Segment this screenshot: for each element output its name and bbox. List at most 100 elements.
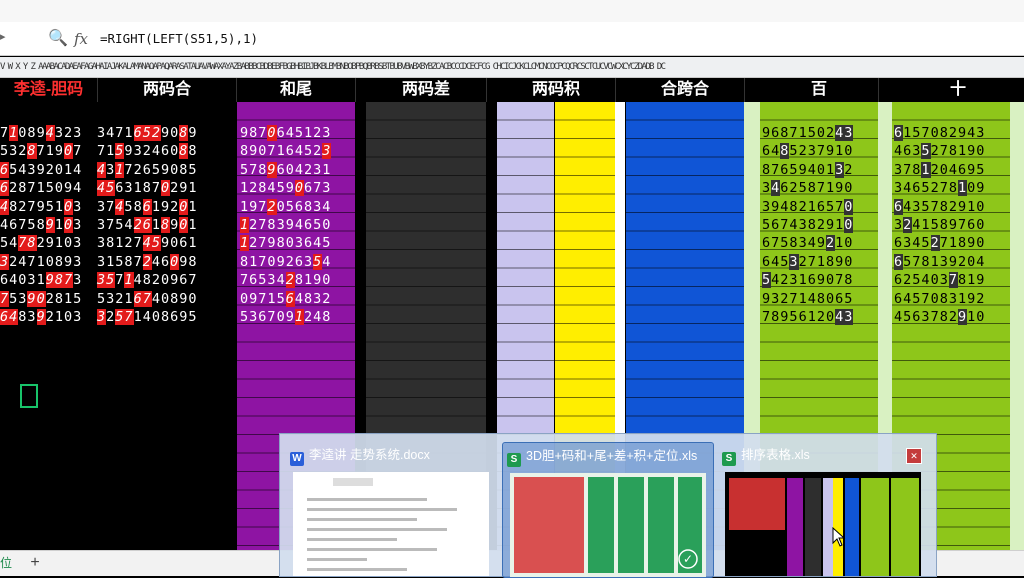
col3-digit: 2 bbox=[322, 290, 332, 307]
hundreds-digit: 3 bbox=[789, 272, 799, 289]
3d-xls-thumbnail-grid bbox=[510, 473, 706, 577]
sheet-tab[interactable]: 位 bbox=[0, 553, 22, 573]
tens-digit: 1 bbox=[948, 235, 958, 252]
col3-row: 8907164523 bbox=[240, 142, 332, 161]
formula-input[interactable]: =RIGHT(LEFT(S51,5),1) bbox=[100, 28, 1020, 50]
col1-digit: 6 bbox=[0, 180, 10, 197]
zoom-icon[interactable]: 🔍 bbox=[48, 29, 68, 49]
hundreds-digit: 5 bbox=[844, 290, 854, 307]
hundreds-digit: 0 bbox=[816, 161, 826, 178]
preview-card-3d-xls[interactable]: S 3D胆+码和+尾+差+积+定位.xls ✓ bbox=[502, 442, 714, 578]
col2-digit: 8 bbox=[124, 253, 134, 270]
col2-digit: 5 bbox=[151, 235, 161, 252]
hundreds-digit: 4 bbox=[835, 309, 845, 325]
hundreds-digit: 8 bbox=[789, 235, 799, 252]
col3-digit: 2 bbox=[303, 309, 314, 325]
col1-digit: 6 bbox=[9, 217, 19, 233]
col1-digit: 1 bbox=[54, 217, 64, 233]
hundreds-digit: 5 bbox=[789, 143, 799, 160]
tens-digit: 9 bbox=[967, 235, 977, 252]
tens-digit: 0 bbox=[930, 290, 940, 307]
col2-digit: 9 bbox=[160, 125, 171, 141]
col2-digit: 9 bbox=[160, 235, 171, 252]
col2-row: 45631870291 bbox=[97, 179, 198, 198]
col3-digit: 5 bbox=[285, 198, 295, 215]
col3-row: 1972056834 bbox=[240, 198, 331, 217]
col1-digit: 1 bbox=[63, 161, 74, 178]
col3-digit: 8 bbox=[294, 272, 304, 289]
col3-digit: 9 bbox=[276, 253, 286, 270]
name-box-dropdown-icon[interactable]: ▸ bbox=[0, 30, 8, 48]
tens-digit: 5 bbox=[930, 217, 940, 233]
hundreds-row: 6453271890 bbox=[762, 253, 853, 272]
hundreds-digit: 9 bbox=[762, 125, 772, 141]
col1-digit: 5 bbox=[45, 198, 55, 215]
col3-digit: 4 bbox=[322, 253, 332, 270]
tens-digit: 9 bbox=[957, 309, 968, 325]
hundreds-digit: 0 bbox=[844, 198, 854, 215]
pale-green-band-c bbox=[1010, 102, 1024, 550]
col3-digit: 4 bbox=[294, 290, 304, 307]
hundreds-digit: 3 bbox=[807, 143, 817, 160]
col1-digit: 3 bbox=[73, 125, 83, 141]
docx-thumbnail-lines bbox=[293, 472, 489, 576]
col3-digit: 8 bbox=[240, 253, 250, 270]
col3-digit: 9 bbox=[249, 143, 259, 160]
fx-icon[interactable]: fx bbox=[74, 29, 94, 49]
add-sheet-button[interactable]: + bbox=[26, 553, 44, 573]
col3-digit: 3 bbox=[249, 309, 259, 325]
hundreds-digit: 1 bbox=[798, 272, 808, 289]
preview-card-docx[interactable]: W 李逵讲 走势系统.docx bbox=[286, 442, 496, 576]
tens-digit: 4 bbox=[894, 309, 904, 325]
col3-digit: 8 bbox=[240, 143, 250, 160]
col1-digit: 5 bbox=[0, 143, 10, 160]
tens-digit: 2 bbox=[930, 143, 940, 160]
preview-card-sort-xls[interactable]: S 排序表格.xls ✕ bbox=[718, 442, 928, 576]
col1-digit: 7 bbox=[63, 272, 74, 289]
col1-digit: 1 bbox=[45, 143, 55, 160]
col2-digit: 2 bbox=[124, 235, 134, 252]
col1-digit: 0 bbox=[63, 235, 74, 252]
tens-digit: 1 bbox=[957, 180, 968, 197]
col2-digit: 1 bbox=[124, 290, 134, 307]
col1-digit: 8 bbox=[27, 125, 37, 141]
col2-digit: 4 bbox=[151, 253, 161, 270]
col2-digit: 3 bbox=[97, 253, 107, 270]
tens-digit: 2 bbox=[948, 125, 958, 141]
hundreds-digit: 8 bbox=[771, 309, 781, 325]
col3-digit: 1 bbox=[276, 143, 286, 160]
hundreds-digit: 2 bbox=[798, 253, 808, 270]
col3-digit: 1 bbox=[303, 272, 314, 289]
tens-digit: 7 bbox=[903, 161, 913, 178]
tens-digit: 8 bbox=[948, 143, 958, 160]
selected-cell[interactable] bbox=[20, 384, 38, 408]
col3-digit: 4 bbox=[322, 198, 332, 215]
tens-digit: 1 bbox=[967, 198, 977, 215]
tens-digit: 2 bbox=[903, 272, 913, 289]
tens-row: 4635278190 bbox=[894, 142, 985, 161]
column-header-bar[interactable]: V W X Y Z AAABACADAEAFAGAHAIAJAKALAMANAO… bbox=[0, 57, 1024, 78]
tens-digit: 4 bbox=[894, 143, 904, 160]
col2-digit: 5 bbox=[151, 161, 161, 178]
col1-digit: 0 bbox=[36, 290, 46, 307]
tens-row: 6254037819 bbox=[894, 271, 985, 290]
tens-digit: 7 bbox=[930, 198, 940, 215]
tens-digit: 3 bbox=[939, 253, 949, 270]
col2-digit: 2 bbox=[142, 253, 152, 270]
hundreds-row: 6758349210 bbox=[762, 234, 853, 253]
col3-digit: 1 bbox=[249, 253, 259, 270]
hundreds-digit: 8 bbox=[825, 253, 836, 270]
col2-row: 53216740890 bbox=[97, 290, 198, 309]
col3-digit: 2 bbox=[249, 180, 259, 197]
col3-digit: 3 bbox=[294, 235, 304, 252]
col2-digit: 6 bbox=[142, 217, 152, 233]
tens-digit: 5 bbox=[921, 235, 931, 252]
hundreds-digit: 5 bbox=[789, 309, 799, 325]
col1-digit: 7 bbox=[27, 253, 37, 270]
col1-row: 753902815 bbox=[0, 290, 82, 309]
close-preview-icon[interactable]: ✕ bbox=[906, 448, 922, 464]
col3-digit: 4 bbox=[313, 309, 323, 325]
col1-digit: 2 bbox=[63, 125, 74, 141]
hundreds-digit: 9 bbox=[771, 198, 781, 215]
col2-digit: 0 bbox=[170, 125, 180, 141]
